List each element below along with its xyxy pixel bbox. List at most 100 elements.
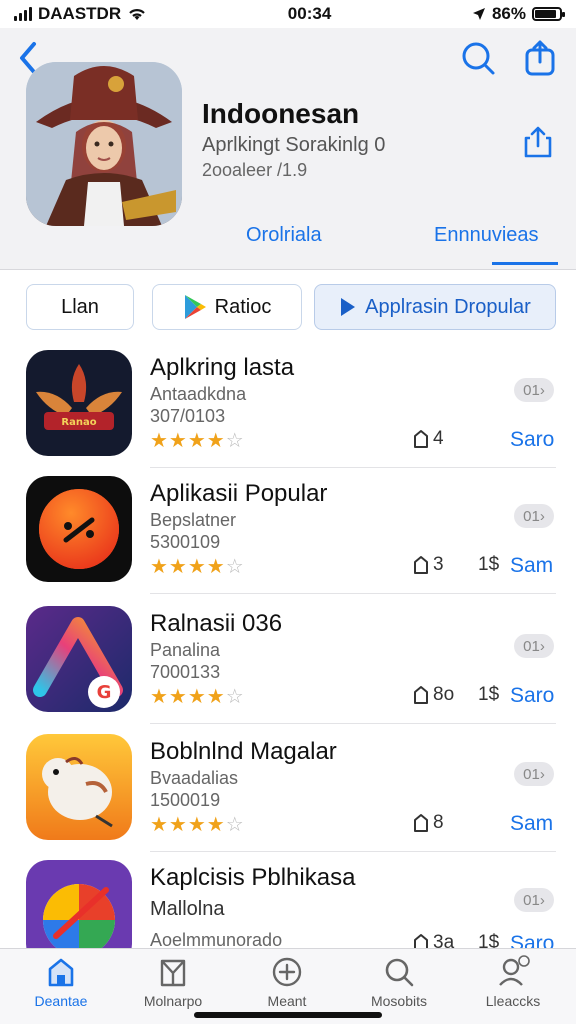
tab-label: Deantae <box>34 993 88 1009</box>
app-meta: 307/0103 <box>150 406 226 426</box>
app-name: Boblnlnd Magalar <box>150 738 337 765</box>
bag-icon <box>414 430 428 448</box>
badge-pill: 01 › <box>514 634 554 658</box>
tab-map[interactable]: Molnarpo <box>118 955 228 1019</box>
filter-chip-3[interactable]: Applrasin Dropular <box>314 284 556 330</box>
status-right: 86% <box>472 4 565 24</box>
status-left: DAASTDR <box>14 4 147 24</box>
rating-stars: ★★★★☆ <box>150 686 245 708</box>
carrier-name: DAASTDR <box>38 4 122 23</box>
search-chat-icon[interactable] <box>458 38 498 78</box>
app-developer: Bvaadalias <box>150 768 239 788</box>
app-meta: 7000133 <box>150 662 221 682</box>
download-value: 8o <box>433 684 455 705</box>
bag-icon <box>414 556 428 574</box>
app-developer: Antaadkdna <box>150 384 247 404</box>
row-divider <box>150 851 556 852</box>
filter-chip-label: Llan <box>61 295 99 318</box>
tab-profile[interactable]: Lleaccks <box>458 955 568 1019</box>
filter-chip-1[interactable]: Llan <box>26 284 134 330</box>
list-item[interactable]: Ranao Aplkring lasta Antaadkdna 307/0103… <box>0 344 576 468</box>
featured-app-meta: 2ooaleer /1.9 <box>202 160 308 180</box>
app-meta: 1500019 <box>150 790 221 810</box>
download-value: 8 <box>433 812 444 833</box>
download-count: 3 <box>412 554 444 576</box>
battery-icon <box>532 7 565 21</box>
badge-pill: 01 › <box>514 762 554 786</box>
app-icon-2 <box>26 476 132 582</box>
tab-label: Meant <box>267 993 307 1009</box>
tab-segment-right[interactable]: Ennnuvieas <box>434 224 539 247</box>
download-value: 4 <box>433 428 444 449</box>
svg-text:G: G <box>97 682 112 703</box>
location-arrow-icon <box>472 8 485 20</box>
tab-add[interactable]: Meant <box>232 955 342 1019</box>
filter-chip-label: Ratioc <box>214 295 272 318</box>
featured-app-title: Indoonesan <box>202 98 360 129</box>
tab-label: Lleaccks <box>485 993 541 1009</box>
home-indicator[interactable] <box>194 1012 382 1018</box>
filter-chip-label: Applrasin Dropular <box>365 295 531 318</box>
badge-value: 01 <box>523 891 540 909</box>
badge-value: 01 <box>523 765 540 783</box>
price-label: 1$ <box>478 684 500 705</box>
badge-pill: 01 › <box>514 378 554 402</box>
profile-icon <box>499 955 530 986</box>
featured-app-artwork[interactable] <box>26 62 182 226</box>
row-divider <box>150 723 556 724</box>
app-header: Indoonesan Aprlkingt Sorakinlg 0 2ooalee… <box>0 28 576 270</box>
wifi-icon <box>129 9 145 20</box>
featured-app-subtitle: Aprlkingt Sorakinlg 0 <box>202 134 386 156</box>
app-icon-4 <box>26 734 132 840</box>
row-divider <box>150 593 556 594</box>
app-name: Aplikasii Popular <box>150 480 328 507</box>
battery-fill <box>535 10 556 18</box>
battery-percent: 86% <box>491 4 526 23</box>
tab-search[interactable]: Mosobits <box>344 955 454 1019</box>
filter-chips: Llan Ratioc Applrasin Dropular <box>26 284 566 330</box>
badge-pill: 01 › <box>514 504 554 528</box>
map-icon <box>160 959 186 987</box>
share-icon[interactable] <box>520 124 556 160</box>
app-developer: Mallolna <box>150 898 225 920</box>
rating-stars: ★★★★☆ <box>150 556 245 578</box>
app-developer: Bepslatner <box>150 510 237 530</box>
app-name: Aplkring lasta <box>150 354 295 381</box>
bag-icon <box>414 686 428 704</box>
play-store-icon <box>184 295 206 319</box>
status-bar: DAASTDR 00:34 86% <box>0 0 576 28</box>
download-count: 8o <box>412 684 454 706</box>
badge-value: 01 <box>523 637 540 655</box>
badge-value: 01 <box>523 507 540 525</box>
app-name: Kaplcisis Pblhikasa <box>150 864 356 891</box>
tab-label: Molnarpo <box>143 993 203 1009</box>
get-button[interactable]: Saro <box>510 428 554 452</box>
character-illustration <box>26 62 182 226</box>
rating-stars: ★★★★☆ <box>150 430 245 452</box>
rating-stars: ★★★★☆ <box>150 814 245 836</box>
row-divider <box>150 467 556 468</box>
bag-icon <box>414 814 428 832</box>
tab-home[interactable]: Deantae <box>6 955 116 1019</box>
list-item[interactable]: Aplikasii Popular Bepslatner 5300109 ★★★… <box>0 470 576 594</box>
segment-active-indicator <box>492 262 558 265</box>
home-icon <box>48 958 74 987</box>
signal-icon <box>14 7 32 21</box>
get-button[interactable]: Saro <box>510 684 554 708</box>
get-button[interactable]: Sam <box>510 812 553 836</box>
play-arrow-icon <box>341 298 356 316</box>
search-icon <box>385 958 414 987</box>
list-item[interactable]: Boblnlnd Magalar Bvaadalias 1500019 ★★★★… <box>0 728 576 852</box>
svg-text:Ranao: Ranao <box>61 417 96 428</box>
get-button[interactable]: Sam <box>510 554 553 578</box>
share-box-icon[interactable] <box>520 38 560 78</box>
filter-chip-2[interactable]: Ratioc <box>152 284 302 330</box>
badge-pill: 01 › <box>514 888 554 912</box>
badge-value: 01 <box>523 381 540 399</box>
list-item[interactable]: G Ralnasii 036 Panalina 7000133 ★★★★☆ 01… <box>0 600 576 724</box>
tab-segment-left[interactable]: Orolriala <box>246 224 322 247</box>
app-name: Ralnasii 036 <box>150 610 283 637</box>
app-meta: 5300109 <box>150 532 221 552</box>
status-time: 00:34 <box>287 4 332 23</box>
download-count: 8 <box>412 812 444 834</box>
